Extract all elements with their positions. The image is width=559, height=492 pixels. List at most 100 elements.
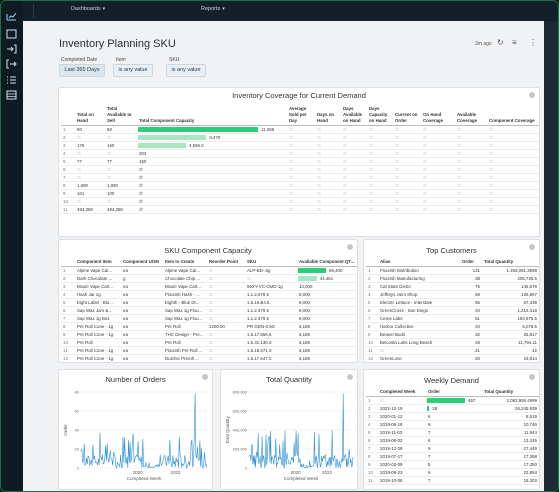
weekly-header-2[interactable]: Order [426,388,482,397]
customers-header-3[interactable]: Total Quantity [482,258,539,267]
table-row: 7 2019-12-28 9 27,449 [366,444,539,453]
dashboards-menu[interactable]: Dashboards ▾ [71,6,105,12]
coverage-header-9[interactable]: On Hand Coverage [421,105,455,126]
left-icon-rail [1,1,23,491]
weekly-demand-card: Weekly Demand Completed Week Order Total Q… [363,369,540,490]
customer-alias: Jeffreys Joint Shop [378,290,460,299]
item-to-create: Chocolate Chip ... [163,274,207,283]
customers-header-0[interactable] [366,258,378,267]
available-qty: 44,481 [297,274,357,283]
total-available: ∅ [105,173,137,182]
row-number: 10 [366,338,378,347]
item-to-create: Sap Wax 1g Flou... [163,314,207,323]
component-uom: ea [121,330,163,339]
component-uom: ea [121,290,163,299]
row-number: 2 [61,274,75,283]
component-capacity: ∅ [137,197,287,206]
component-capacity: ∅ [137,205,287,214]
page-scrollbar[interactable] [544,21,558,491]
customers-header-2[interactable]: Order [460,258,482,267]
sku-capacity-info-icon[interactable] [347,244,353,250]
available-qty-value: 8,000 [299,316,310,321]
weekly-quantity: 13,245 [482,436,539,445]
component-item: Sap Wax Jars &... [75,306,121,315]
coverage-header-11[interactable]: Component Coverage [487,105,539,126]
completed-week: 2019-09-23 [378,468,426,477]
table-row: 7 Ceres Labs 51 150,975.5 [366,314,539,323]
total-available: 50 [105,125,137,134]
reorder-point: ∅ [207,346,245,355]
table-row: 10 ∅ ∅ ∅ ∅ ∅ ∅ ∅ ∅ ∅ ∅ ∅ [61,197,539,206]
completed-week: 2022-12-19 [378,404,426,413]
weekly-orders: 8 [426,420,482,429]
item-filter[interactable]: is any value [113,64,153,77]
coverage-cell: ∅ [455,181,487,190]
customer-alias: Flourish Manufacturing [378,274,460,283]
total-available: 1,080 [105,181,137,190]
home-icon[interactable] [6,11,17,21]
coverage-header-8[interactable]: Current on Order [393,105,421,126]
x-tick-label: 2020 [291,470,302,475]
sku-header-6[interactable]: Available Component QT... [297,258,357,267]
coverage-header-10[interactable]: Available Coverage [455,105,487,126]
sku-code: 1.1.2.679.6 [245,290,297,299]
coverage-header-6[interactable]: Days Available on Hand [341,105,367,126]
sku-filter[interactable]: is any value [166,64,206,77]
weekly-orders-value: 6 [428,438,431,443]
export-icon[interactable] [6,59,17,69]
coverage-header-1[interactable]: Total on Hand [75,105,105,126]
weekly-header-1[interactable]: Completed Week [378,388,426,397]
coverage-header-4[interactable]: Average Sold per Day [287,105,315,126]
row-number: 10 [61,338,75,347]
sku-header-5[interactable]: SKU [245,258,297,267]
available-qty-value: 6,189 [299,324,310,329]
weekly-orders: 7 [426,452,482,461]
table-row: 2 Dark Chocolate ... g Chocolate Chip ... ∅ ∅… [61,274,357,283]
coverage-cell: ∅ [455,133,487,142]
filter-icon[interactable]: ≡ [512,38,517,47]
grid-icon[interactable] [6,90,17,100]
coverage-info-icon[interactable] [529,92,535,98]
weekly-quantity: 8,519 [482,412,539,421]
more-options-icon[interactable]: ⋮ [529,38,537,47]
total-on-hand: 101 [75,189,105,198]
completed-date-filter[interactable]: Last 365 Days [59,64,105,77]
refresh-icon[interactable]: ↻ [497,38,504,47]
reports-menu-label: Reports [201,6,221,12]
coverage-header-5[interactable]: Days on Hand [315,105,341,126]
browse-icon[interactable] [6,29,17,39]
coverage-cell: ∅ [487,125,539,134]
coverage-header-3[interactable]: Total Component Capacity [137,105,287,126]
coverage-cell: ∅ [455,189,487,198]
coverage-header-2[interactable]: Total Available to Sell [105,105,137,126]
table-row: 6 2019-08-02 6 13,245 [366,436,539,445]
top-customers-info-icon[interactable] [529,244,535,250]
coverage-header-7[interactable]: Days Capacity on Hand [367,105,393,126]
available-qty-value: 8,000 [299,308,310,313]
sku-header-1[interactable]: Component Item [75,258,121,267]
coverage-cell: ∅ [393,189,421,198]
weekly-header-0[interactable] [366,388,378,397]
component-capacity-value: ∅ [139,183,143,188]
list-icon[interactable] [6,75,17,85]
weekly-demand-info-icon[interactable] [529,374,535,380]
table-row: 13Pre Roll Cone - 1gea100 Preroll - D...… [61,363,357,364]
component-item: Pre Roll Cone - 1g [75,330,121,339]
sku-header-2[interactable]: Component UOM [121,258,163,267]
customers-header-1[interactable]: Alias [378,258,460,267]
login-icon[interactable] [6,44,17,54]
table-row: 5 2019-11-03 7 11,944 [366,428,539,437]
item-to-create: Moxie Vape Cart... [163,282,207,291]
table-row: 9 Beaver Buds 32 25,817 [366,330,539,339]
coverage-cell: ∅ [367,189,393,198]
component-capacity: 150 [137,157,287,166]
weekly-header-3[interactable]: Total Quantity [482,388,539,397]
sku-header-4[interactable]: Reorder Point [207,258,245,267]
customer-orders: 32 [460,330,482,339]
coverage-header-0[interactable] [61,105,75,126]
sku-header-3[interactable]: Item to Create [163,258,207,267]
available-qty-value: 8,000 [299,292,310,297]
dashboard-canvas: Inventory Planning SKU 3m ago ↻ ≡ ⋮ Comp… [23,21,544,491]
reports-menu[interactable]: Reports ▾ [201,6,225,12]
sku-header-0[interactable] [61,258,75,267]
